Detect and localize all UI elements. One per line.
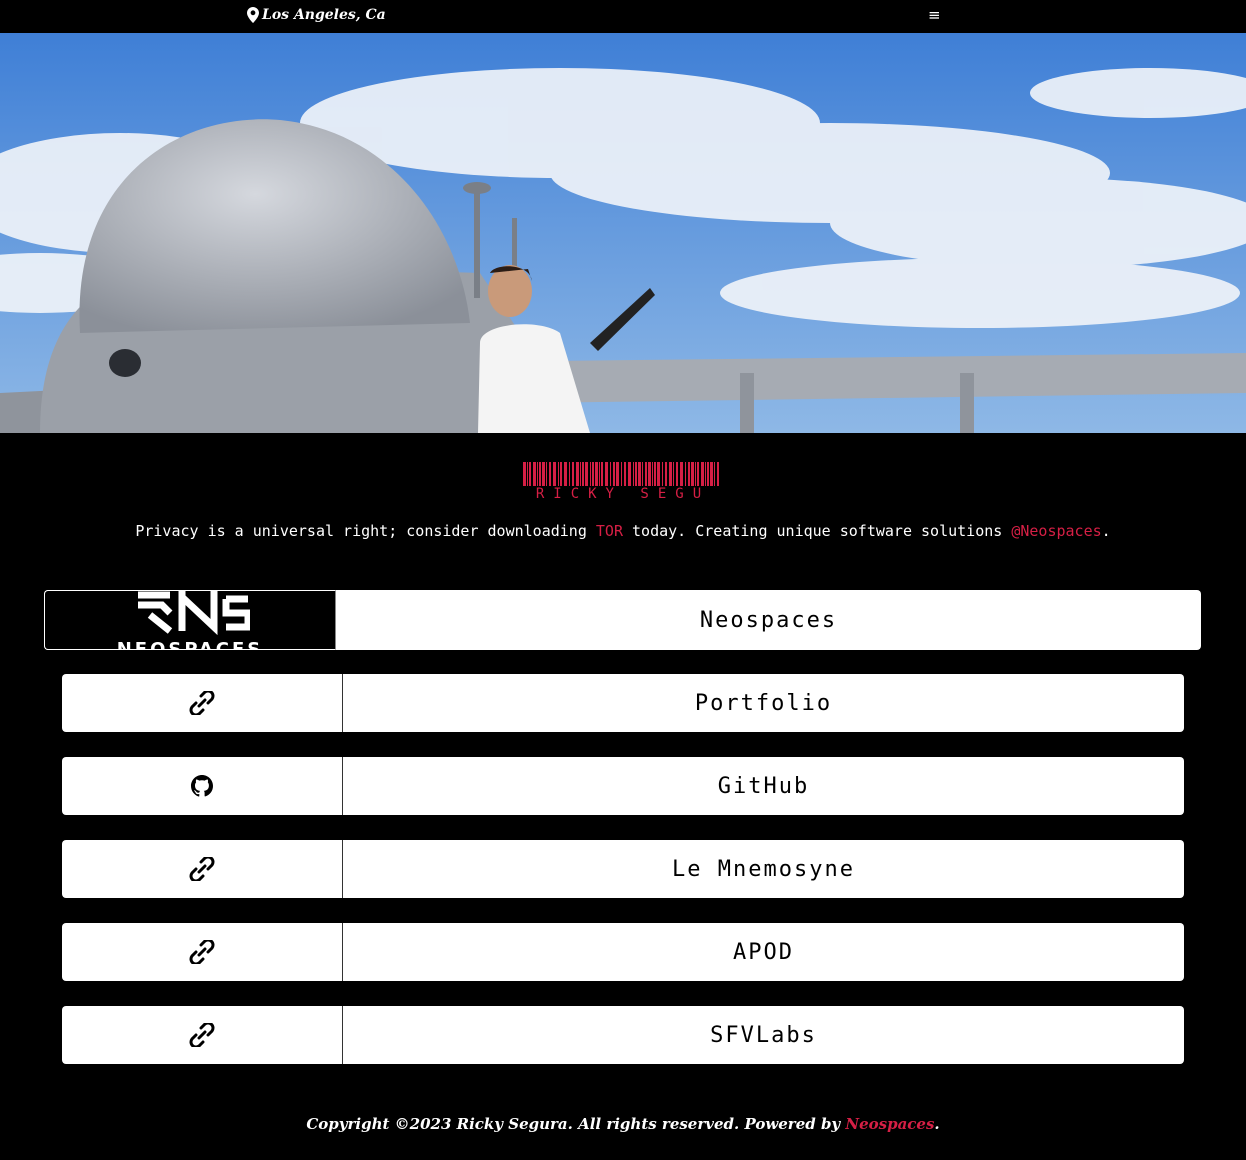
barcode-bar bbox=[592, 462, 594, 486]
hero-photo bbox=[0, 33, 1246, 433]
barcode-bar bbox=[560, 462, 562, 486]
barcode-bar bbox=[569, 462, 570, 486]
barcode-bar bbox=[628, 462, 631, 486]
link-github[interactable]: GitHub bbox=[62, 757, 1184, 815]
barcode-bar bbox=[669, 462, 672, 486]
barcode-bar bbox=[613, 462, 615, 486]
barcode-bar bbox=[549, 462, 551, 486]
barcode-bar bbox=[605, 462, 608, 486]
github-icon bbox=[62, 757, 343, 815]
barcode-bar bbox=[529, 462, 531, 486]
location-label: Los Angeles, Ca bbox=[262, 7, 386, 23]
footer-copyright: Copyright ©2023 Ricky Segura. All rights… bbox=[306, 1115, 846, 1133]
link-label: APOD bbox=[733, 939, 794, 965]
barcode-bar bbox=[564, 462, 567, 486]
neospaces-mark-icon bbox=[138, 591, 250, 636]
link-icon bbox=[62, 840, 343, 898]
barcode-bar bbox=[585, 462, 588, 486]
barcode-bar bbox=[533, 462, 536, 486]
barcode-bar bbox=[523, 462, 526, 486]
barcode-bar bbox=[572, 462, 574, 486]
barcode-bar bbox=[707, 462, 709, 486]
barcode-bar bbox=[714, 462, 715, 486]
brand-name: RICKY SEGU bbox=[535, 486, 711, 502]
footer-suffix: . bbox=[934, 1115, 940, 1133]
barcode-bar bbox=[635, 462, 637, 486]
barcode-bar bbox=[688, 462, 690, 486]
barcode-bar bbox=[652, 462, 653, 486]
barcode-logo bbox=[523, 462, 719, 486]
barcode-bar bbox=[599, 462, 600, 486]
link-label: GitHub bbox=[717, 773, 810, 799]
barcode-bar bbox=[645, 462, 647, 486]
barcode-bar bbox=[558, 462, 559, 486]
barcode-bar bbox=[680, 462, 683, 486]
neospaces-wordmark: NEOSPACES bbox=[116, 639, 264, 650]
barcode-bar bbox=[697, 462, 699, 486]
barcode-bar bbox=[673, 462, 674, 486]
barcode-bar bbox=[691, 462, 694, 486]
barcode-bar bbox=[616, 462, 619, 486]
tagline-suffix: . bbox=[1101, 522, 1111, 540]
location: Los Angeles, Ca bbox=[247, 7, 386, 23]
barcode-bar bbox=[685, 462, 686, 486]
barcode-bar bbox=[638, 462, 641, 486]
barcode-bar bbox=[582, 462, 584, 486]
link-neospaces[interactable]: NEOSPACES Neospaces bbox=[44, 590, 1201, 650]
barcode-bar bbox=[580, 462, 581, 486]
barcode-bar bbox=[705, 462, 706, 486]
barcode-bar bbox=[610, 462, 611, 486]
map-pin-icon bbox=[247, 7, 259, 23]
barcode-bar bbox=[576, 462, 579, 486]
hamburger-menu-icon[interactable]: ≡ bbox=[928, 6, 941, 24]
barcode-bar bbox=[654, 462, 656, 486]
link-icon bbox=[62, 674, 343, 732]
barcode-bar bbox=[717, 462, 719, 486]
footer-neospaces-link[interactable]: Neospaces bbox=[845, 1115, 934, 1133]
link-icon bbox=[62, 923, 343, 981]
tagline: Privacy is a universal right; consider d… bbox=[0, 522, 1246, 540]
tagline-middle: today. Creating unique software solution… bbox=[623, 522, 1012, 540]
link-label: Portfolio bbox=[694, 690, 833, 716]
barcode-bar bbox=[621, 462, 622, 486]
neospaces-logo: NEOSPACES bbox=[44, 590, 336, 650]
barcode-bar bbox=[710, 462, 713, 486]
barcode-bar bbox=[553, 462, 556, 486]
barcode-bar bbox=[633, 462, 634, 486]
barcode-bar bbox=[648, 462, 651, 486]
barcode-bar bbox=[539, 462, 541, 486]
top-bar: Los Angeles, Ca ≡ bbox=[0, 0, 1246, 33]
barcode-bar bbox=[642, 462, 643, 486]
link-icon bbox=[62, 1006, 343, 1064]
barcode-bar bbox=[657, 462, 660, 486]
link-label: SFVLabs bbox=[710, 1022, 817, 1048]
tagline-prefix: Privacy is a universal right; consider d… bbox=[135, 522, 596, 540]
barcode-bar bbox=[542, 462, 545, 486]
barcode-bar bbox=[537, 462, 538, 486]
link-label: Neospaces bbox=[699, 607, 838, 633]
barcode-bar bbox=[676, 462, 678, 486]
barcode-bar bbox=[624, 462, 626, 486]
barcode-bar bbox=[595, 462, 598, 486]
barcode-bar bbox=[527, 462, 528, 486]
link-label: Le Mnemosyne bbox=[672, 856, 855, 882]
link-le-mnemosyne[interactable]: Le Mnemosyne bbox=[62, 840, 1184, 898]
link-portfolio[interactable]: Portfolio bbox=[62, 674, 1184, 732]
tor-link[interactable]: TOR bbox=[596, 522, 623, 540]
barcode-bar bbox=[662, 462, 663, 486]
neospaces-link[interactable]: @Neospaces bbox=[1011, 522, 1101, 540]
barcode-bar bbox=[701, 462, 704, 486]
footer: Copyright ©2023 Ricky Segura. All rights… bbox=[0, 1115, 1246, 1133]
barcode-bar bbox=[590, 462, 591, 486]
barcode-bar bbox=[546, 462, 547, 486]
link-sfvlabs[interactable]: SFVLabs bbox=[62, 1006, 1184, 1064]
barcode-bar bbox=[665, 462, 667, 486]
link-apod[interactable]: APOD bbox=[62, 923, 1184, 981]
barcode-bar bbox=[601, 462, 603, 486]
barcode-bar bbox=[695, 462, 696, 486]
